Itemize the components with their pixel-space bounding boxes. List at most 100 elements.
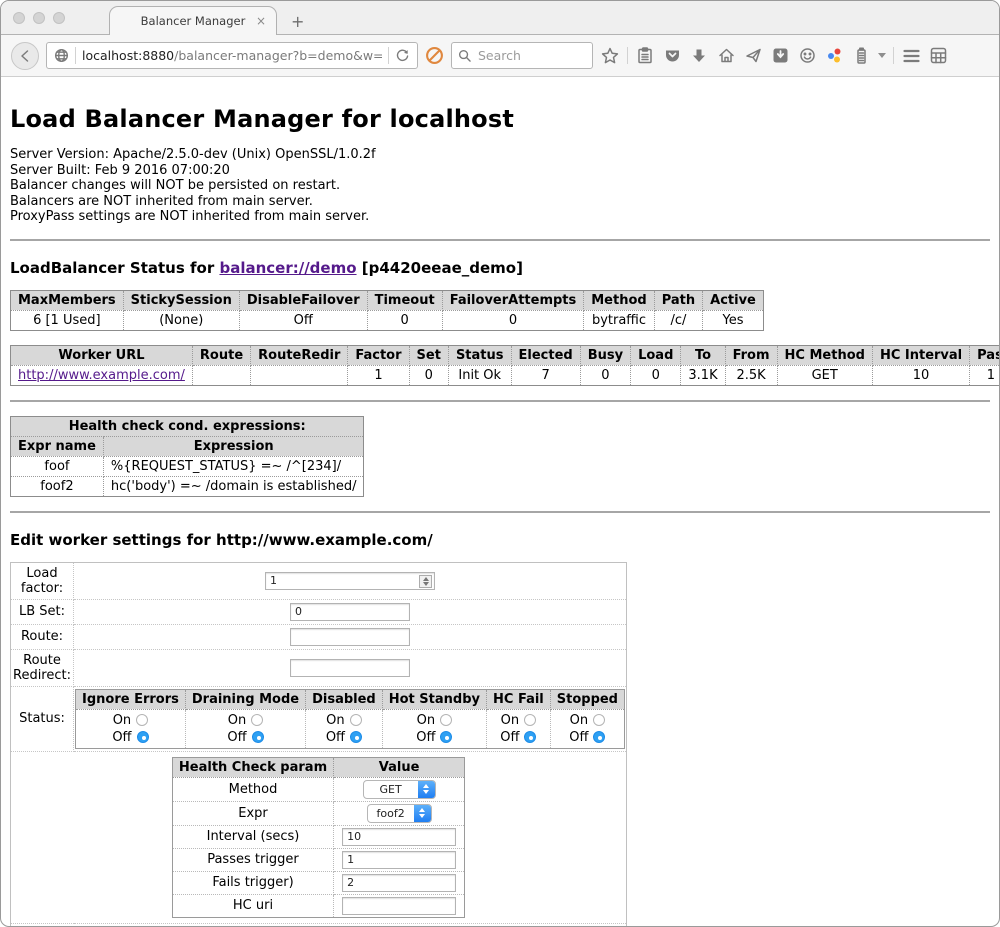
server-built-line: Server Built: Feb 9 2016 07:00:20 (10, 163, 990, 179)
worker-url-link[interactable]: http://www.example.com/ (18, 368, 185, 383)
hc-fail-on-radio[interactable] (524, 714, 536, 726)
off-label: Off (326, 729, 345, 746)
col-from: From (725, 345, 777, 365)
number-spinner-icon[interactable] (419, 575, 432, 588)
route-input[interactable] (290, 628, 410, 646)
on-label: On (417, 712, 435, 729)
block-icon[interactable] (425, 46, 444, 65)
send-button[interactable] (743, 46, 763, 66)
stopped-off-radio[interactable] (593, 731, 605, 743)
edit-worker-heading: Edit worker settings for http://www.exam… (10, 531, 990, 549)
hc-uri-input[interactable] (342, 897, 456, 915)
hc-expressions-table: Health check cond. expressions: Expr nam… (10, 416, 364, 497)
method-selected-value: GET (364, 781, 418, 798)
minimize-window-button[interactable] (33, 12, 45, 24)
clipboard-icon (637, 47, 653, 64)
star-icon (601, 47, 619, 65)
worker-table: Worker URL Route RouteRedir Factor Set S… (10, 345, 1000, 386)
home-button[interactable] (716, 46, 736, 66)
bookmark-star-button[interactable] (600, 46, 620, 66)
back-button[interactable] (11, 42, 39, 70)
col-hc-fail: HC Fail (487, 689, 551, 709)
url-text[interactable]: localhost:8880/balancer-manager?b=demo&w… (82, 48, 382, 63)
zoom-window-button[interactable] (53, 12, 65, 24)
menu-icon (903, 49, 920, 63)
caret-down-icon[interactable] (878, 53, 886, 58)
val-from: 2.5K (725, 365, 777, 385)
method-select[interactable]: GET (363, 780, 436, 799)
col-to: To (681, 345, 725, 365)
reload-icon[interactable] (395, 48, 410, 63)
balancer-demo-link[interactable]: balancer://demo (219, 259, 356, 277)
status-hc-fail-group: On Off (487, 709, 551, 748)
ignore-errors-on-radio[interactable] (136, 714, 148, 726)
disabled-on-radio[interactable] (350, 714, 362, 726)
col-active: Active (703, 290, 764, 310)
col-set: Set (409, 345, 448, 365)
heading-suffix: [p4420eeae_demo] (357, 259, 523, 277)
urlbar-divider2 (388, 47, 389, 64)
draining-mode-off-radio[interactable] (252, 731, 264, 743)
val-load: 0 (631, 365, 681, 385)
col-route: Route (192, 345, 250, 365)
hot-standby-off-radio[interactable] (440, 731, 452, 743)
val-to: 3.1K (681, 365, 725, 385)
new-tab-button[interactable]: + (291, 14, 304, 30)
on-label: On (501, 712, 519, 729)
tab-close-icon[interactable]: × (256, 14, 266, 28)
off-label: Off (416, 729, 435, 746)
col-method: Method (584, 290, 654, 310)
downloads-button[interactable] (689, 46, 709, 66)
url-bar[interactable]: localhost:8880/balancer-manager?b=demo&w… (46, 42, 418, 69)
hc-fail-off-radio[interactable] (524, 731, 536, 743)
tab-balancer-manager[interactable]: Balancer Manager × (109, 6, 277, 35)
toolbar-divider2 (893, 47, 894, 64)
battery-button[interactable] (851, 46, 871, 66)
nav-toolbar: localhost:8880/balancer-manager?b=demo&w… (1, 35, 999, 77)
passes-input[interactable] (342, 851, 456, 869)
status-hot-standby-group: On Off (382, 709, 486, 748)
server-info: Server Version: Apache/2.5.0-dev (Unix) … (10, 147, 990, 225)
col-status: Status (448, 345, 511, 365)
route-label: Route: (11, 624, 74, 649)
val-elected: 7 (511, 365, 580, 385)
val-route (192, 365, 250, 385)
server-version-line: Server Version: Apache/2.5.0-dev (Unix) … (10, 147, 990, 163)
draining-mode-on-radio[interactable] (251, 714, 263, 726)
expr-select[interactable]: foof2 (367, 804, 432, 823)
col-hc-method: HC Method (777, 345, 872, 365)
val-factor: 1 (348, 365, 409, 385)
expr-label: Expr (172, 801, 333, 825)
back-icon (18, 49, 32, 63)
load-factor-input[interactable] (265, 572, 435, 590)
col-hc-interval: HC Interval (872, 345, 969, 365)
col-load: Load (631, 345, 681, 365)
pocket-button[interactable] (662, 46, 682, 66)
col-busy: Busy (580, 345, 630, 365)
lb-set-input[interactable] (290, 603, 410, 621)
interval-input[interactable] (342, 828, 456, 846)
heading-prefix: LoadBalancer Status for (10, 259, 219, 277)
search-input[interactable] (476, 47, 576, 64)
chat-button[interactable] (797, 46, 817, 66)
off-label: Off (569, 729, 588, 746)
fails-input[interactable] (342, 874, 456, 892)
stopped-on-radio[interactable] (593, 714, 605, 726)
menu-button[interactable] (901, 46, 921, 66)
val-busy: 0 (580, 365, 630, 385)
hot-standby-on-radio[interactable] (440, 714, 452, 726)
disabled-off-radio[interactable] (350, 731, 362, 743)
ignore-errors-off-radio[interactable] (137, 731, 149, 743)
reading-list-button[interactable] (635, 46, 655, 66)
extension-download-button[interactable] (770, 46, 790, 66)
hc-expr-row: foof %{REQUEST_STATUS} =~ /^[234]/ (11, 456, 364, 476)
search-bar[interactable] (451, 42, 593, 69)
route-redirect-input[interactable] (290, 659, 410, 677)
window-controls[interactable] (13, 12, 65, 24)
apps-grid-button[interactable] (928, 46, 948, 66)
off-label: Off (227, 729, 246, 746)
close-window-button[interactable] (13, 12, 25, 24)
balancer-status-table: MaxMembers StickySession DisableFailover… (10, 290, 764, 331)
page-content: Load Balancer Manager for localhost Serv… (1, 77, 999, 927)
colored-dots-button[interactable] (824, 46, 844, 66)
